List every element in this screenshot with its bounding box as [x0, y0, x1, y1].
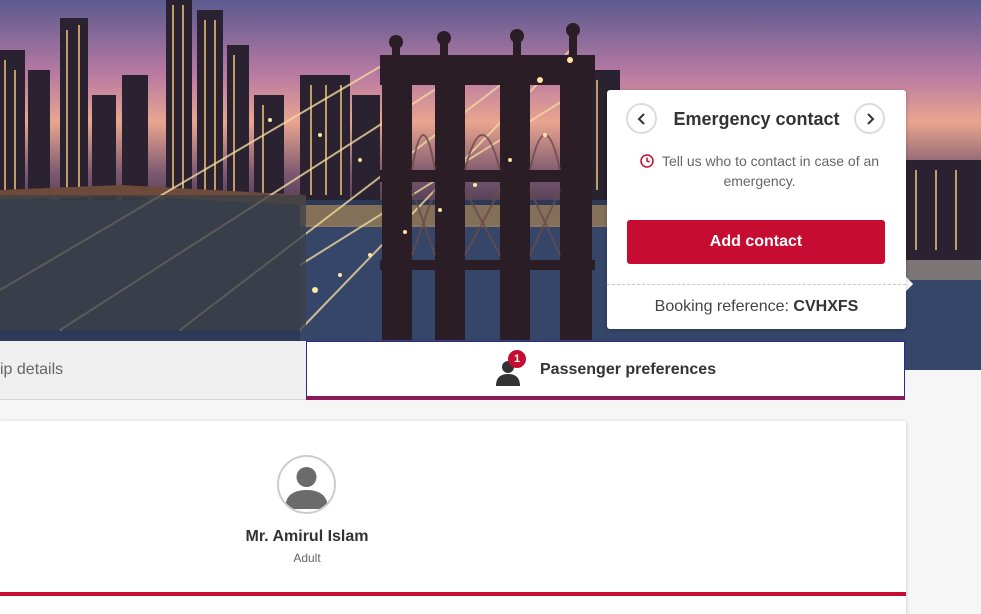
tab-passenger-preferences[interactable]: 1 Passenger preferences [306, 341, 905, 400]
avatar[interactable] [277, 455, 336, 514]
booking-reference: Booking reference: CVHXFS [607, 298, 906, 316]
next-button[interactable] [854, 103, 885, 134]
tab-trip-details[interactable]: ip details [0, 341, 306, 400]
hero-dark-overlay [0, 195, 306, 330]
panel-accent-line [0, 592, 906, 596]
card-message-text: Tell us who to contact in case of an eme… [661, 153, 880, 189]
card-divider [607, 284, 906, 285]
passenger-type: Adult [293, 551, 321, 565]
emergency-contact-card: Emergency contact Tell us who to contact… [607, 90, 906, 329]
tab-passenger-preferences-label: Passenger preferences [540, 361, 717, 378]
user-avatar-icon [285, 467, 328, 509]
booking-reference-value: CVHXFS [793, 298, 859, 315]
booking-reference-label: Booking reference: [654, 298, 789, 315]
notification-badge: 1 [508, 350, 526, 368]
passenger-name: Mr. Amirul Islam [245, 528, 369, 545]
passenger-panel: Mr. Amirul Islam Adult [0, 421, 906, 614]
add-contact-button[interactable]: Add contact [627, 220, 885, 264]
tab-trip-details-label: ip details [0, 361, 64, 378]
chevron-right-icon [866, 112, 874, 125]
clock-icon [640, 154, 654, 168]
card-message: Tell us who to contact in case of an eme… [632, 151, 887, 191]
